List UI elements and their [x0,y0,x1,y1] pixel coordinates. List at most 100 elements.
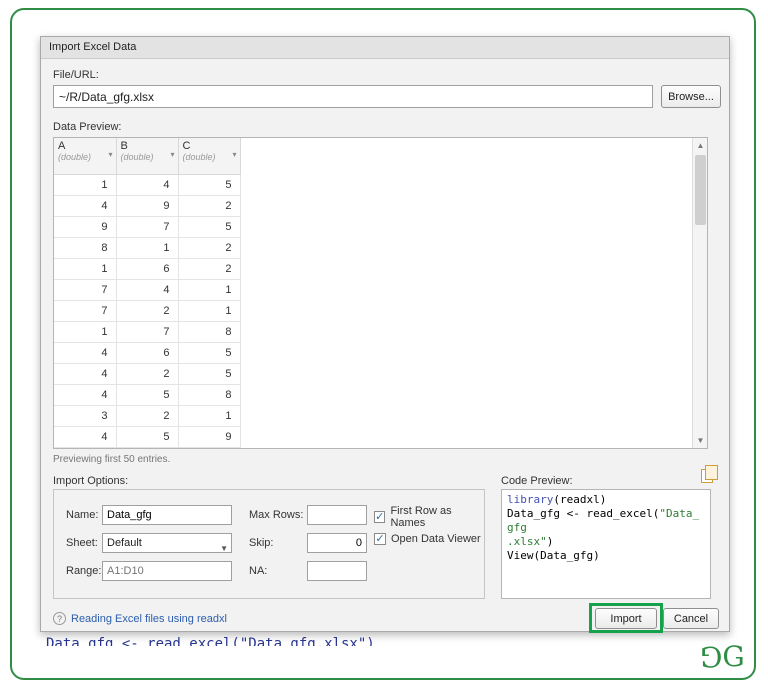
table-cell: 2 [178,257,241,280]
geeksforgeeks-logo: GG [700,640,745,673]
file-url-label: File/URL: [53,69,99,81]
table-row: 459 [54,425,241,448]
max-rows-label: Max Rows: [249,509,304,521]
code-token: (readxl) [553,493,607,506]
table-cell: 6 [116,341,179,364]
name-label: Name: [66,509,99,521]
table-cell: 1 [54,173,117,196]
table-cell [54,446,117,448]
sheet-label: Sheet: [66,537,98,549]
data-preview-panel: A (double) B (double) C (double) [53,137,708,449]
table-cell: 1 [116,236,179,259]
na-input[interactable] [307,561,367,581]
background-clipped-code-line: Data_gfg <- read_excel("Data_gfg.xlsx") [46,636,375,646]
column-type-dropdown-icon[interactable] [170,150,174,159]
table-cell: 2 [178,194,241,217]
table-cell: 5 [178,173,241,196]
code-token: library [507,493,554,506]
logo-letter-right: G [722,640,745,673]
sheet-selected-value: Default [107,537,142,549]
checkbox-label: Open Data Viewer [391,533,481,545]
table-cell: 5 [178,341,241,364]
column-name: B [120,140,128,152]
cancel-button[interactable]: Cancel [663,608,719,629]
table-cell: 7 [54,299,117,322]
table-cell: 1 [54,257,117,280]
help-link[interactable]: Reading Excel files using readxl [71,613,227,625]
dialog-title: Import Excel Data [41,37,729,59]
preview-table: A (double) B (double) C (double) [54,138,241,448]
skip-input[interactable] [307,533,367,553]
table-cell: 9 [54,215,117,238]
checkbox-checked-icon [374,511,386,523]
table-cell: 5 [116,425,179,448]
import-options-label: Import Options: [53,475,129,487]
code-preview-label: Code Preview: [501,475,573,487]
checkbox-checked-icon [374,533,386,545]
column-type: (double) [120,152,154,162]
browse-button[interactable]: Browse... [661,85,721,108]
table-cell: 4 [54,194,117,217]
preview-note: Previewing first 50 entries. [53,454,171,465]
table-cell: 9 [178,425,241,448]
table-cell: 2 [116,299,179,322]
column-header-b[interactable]: B (double) [115,138,179,175]
table-cell [116,446,179,448]
first-row-as-names-checkbox[interactable]: First Row as Names [374,505,484,529]
help-link-row[interactable]: Reading Excel files using readxl [53,612,227,625]
column-header-c[interactable]: C (double) [177,138,241,175]
file-url-input[interactable] [53,85,653,108]
table-row: 812 [54,236,241,259]
table-cell: 1 [178,404,241,427]
column-name: A [58,140,66,152]
table-cell: 5 [178,215,241,238]
checkbox-label: First Row as Names [390,505,452,529]
table-cell: 2 [116,404,179,427]
table-cell: 7 [116,215,179,238]
table-cell: 4 [54,341,117,364]
column-name: C [182,140,191,152]
table-cell: 2 [116,362,179,385]
code-token: ) [546,535,554,548]
column-type: (double) [58,152,92,162]
help-icon [53,612,66,625]
data-preview-label: Data Preview: [53,121,122,133]
column-type-dropdown-icon[interactable] [232,150,236,159]
table-cell: 9 [116,194,179,217]
max-rows-input[interactable] [307,505,367,525]
table-cell: 8 [54,236,117,259]
column-type-dropdown-icon[interactable] [108,150,112,159]
vertical-scrollbar[interactable] [692,138,707,448]
table-cell: 6 [116,257,179,280]
import-excel-dialog: Import Excel Data File/URL: Browse... Da… [40,36,730,633]
table-row: 458 [54,383,241,406]
sheet-select[interactable]: Default [102,533,232,553]
table-row: 178 [54,320,241,343]
column-header-a[interactable]: A (double) [54,138,117,175]
table-cell: 1 [178,299,241,322]
scrollbar-thumb[interactable] [695,155,706,225]
table-cell: 4 [116,173,179,196]
table-cell: 4 [54,425,117,448]
table-row: 721 [54,299,241,322]
copy-code-icon[interactable] [701,465,718,483]
logo-letter-left: G [700,640,723,673]
scroll-down-icon[interactable] [693,433,707,448]
import-button[interactable]: Import [595,608,657,629]
range-input[interactable] [102,561,232,581]
table-row: 145 [54,173,241,196]
table-row: 975 [54,215,241,238]
table-cell: 8 [178,320,241,343]
code-token: Data_gfg <- read_excel( [507,507,660,520]
table-cell [178,446,241,448]
table-cell: 4 [116,278,179,301]
table-cell: 4 [54,383,117,406]
scroll-up-icon[interactable] [693,138,707,153]
table-row: 465 [54,341,241,364]
table-row-partial [54,446,241,448]
name-input[interactable] [102,505,232,525]
table-cell: 8 [178,383,241,406]
table-cell: 1 [54,320,117,343]
table-cell: 2 [178,236,241,259]
open-data-viewer-checkbox[interactable]: Open Data Viewer [374,533,481,545]
